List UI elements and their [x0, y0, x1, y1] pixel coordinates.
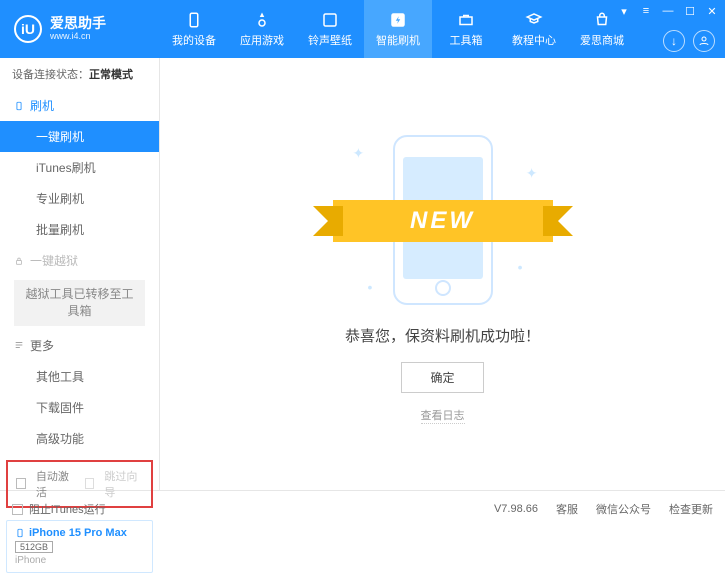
conn-label: 设备连接状态：	[12, 69, 89, 81]
nav-label: 爱思商城	[580, 32, 624, 48]
section-title: 一键越狱	[30, 252, 78, 269]
device-icon	[185, 11, 203, 29]
nav-label: 智能刷机	[376, 32, 420, 48]
sidebar-item-oneclick[interactable]: 一键刷机	[0, 121, 159, 152]
block-itunes-checkbox[interactable]	[12, 504, 23, 515]
success-illustration: ✦ ✦ • • NEW	[343, 125, 543, 305]
device-storage: 512GB	[15, 541, 53, 553]
tutorial-icon	[525, 11, 543, 29]
version-text: V7.98.66	[494, 503, 538, 515]
block-itunes-label: 阻止iTunes运行	[29, 501, 106, 517]
nav-label: 铃声壁纸	[308, 32, 352, 48]
sidebar: 设备连接状态：正常模式 刷机 一键刷机 iTunes刷机 专业刷机 批量刷机 一…	[0, 58, 160, 490]
app-url: www.i4.cn	[50, 32, 106, 42]
apps-icon	[253, 11, 271, 29]
conn-value: 正常模式	[89, 69, 133, 81]
connection-status: 设备连接状态：正常模式	[0, 58, 159, 90]
store-icon	[593, 11, 611, 29]
toolbox-icon	[457, 11, 475, 29]
sidebar-section-flash[interactable]: 刷机	[0, 90, 159, 121]
auto-activate-checkbox[interactable]	[16, 478, 26, 489]
sidebar-item-batch[interactable]: 批量刷机	[0, 214, 159, 245]
device-info[interactable]: iPhone 15 Pro Max 512GB iPhone	[6, 520, 153, 573]
close-icon[interactable]: ✕	[705, 4, 719, 18]
jailbreak-moved-notice: 越狱工具已转移至工具箱	[14, 280, 145, 326]
nav-label: 工具箱	[450, 32, 483, 48]
list-icon	[14, 340, 24, 350]
view-log-link[interactable]: 查看日志	[421, 407, 465, 424]
app-name: 爱思助手	[50, 16, 106, 31]
nav-toolbox[interactable]: 工具箱	[432, 0, 500, 58]
logo: iU 爱思助手 www.i4.cn	[0, 15, 160, 43]
wallpaper-icon	[321, 11, 339, 29]
success-message: 恭喜您，保资料刷机成功啦！	[345, 325, 540, 346]
menu-icon[interactable]: ▾	[617, 4, 631, 18]
sidebar-item-advanced[interactable]: 高级功能	[0, 423, 159, 454]
maximize-icon[interactable]: ☐	[683, 4, 697, 18]
nav-my-device[interactable]: 我的设备	[160, 0, 228, 58]
sidebar-item-firmware[interactable]: 下载固件	[0, 392, 159, 423]
device-type: iPhone	[15, 555, 144, 566]
logo-icon: iU	[14, 15, 42, 43]
support-link[interactable]: 客服	[556, 501, 578, 517]
nav-apps[interactable]: 应用游戏	[228, 0, 296, 58]
sidebar-section-jailbreak: 一键越狱	[0, 245, 159, 276]
nav-ringtones[interactable]: 铃声壁纸	[296, 0, 364, 58]
phone-icon	[14, 101, 24, 111]
skip-guide-label: 跳过向导	[104, 468, 143, 500]
sidebar-item-itunes[interactable]: iTunes刷机	[0, 152, 159, 183]
download-button[interactable]: ↓	[663, 30, 685, 52]
main-content: ✦ ✦ • • NEW 恭喜您，保资料刷机成功啦！ 确定 查看日志	[160, 58, 725, 490]
section-title: 更多	[30, 337, 54, 354]
section-title: 刷机	[30, 97, 54, 114]
device-name-text: iPhone 15 Pro Max	[29, 527, 127, 539]
nav-label: 教程中心	[512, 32, 556, 48]
minimize-icon[interactable]: —	[661, 4, 675, 18]
ok-button[interactable]: 确定	[401, 362, 483, 393]
window-controls: ▾ ≡ — ☐ ✕	[617, 4, 719, 18]
nav-label: 应用游戏	[240, 32, 284, 48]
wechat-link[interactable]: 微信公众号	[596, 501, 651, 517]
lock-icon	[14, 256, 24, 266]
settings-icon[interactable]: ≡	[639, 4, 653, 18]
nav-tutorials[interactable]: 教程中心	[500, 0, 568, 58]
nav-label: 我的设备	[172, 32, 216, 48]
new-ribbon: NEW	[333, 200, 553, 242]
account-button[interactable]	[693, 30, 715, 52]
skip-guide-checkbox[interactable]	[85, 478, 95, 489]
auto-activate-label: 自动激活	[36, 468, 75, 500]
flash-icon	[389, 11, 407, 29]
sidebar-item-pro[interactable]: 专业刷机	[0, 183, 159, 214]
app-header: iU 爱思助手 www.i4.cn 我的设备 应用游戏 铃声壁纸 智能刷机 工具…	[0, 0, 725, 58]
sidebar-item-other[interactable]: 其他工具	[0, 361, 159, 392]
nav-flash[interactable]: 智能刷机	[364, 0, 432, 58]
phone-icon	[15, 528, 25, 538]
sidebar-section-more[interactable]: 更多	[0, 330, 159, 361]
update-link[interactable]: 检查更新	[669, 501, 713, 517]
